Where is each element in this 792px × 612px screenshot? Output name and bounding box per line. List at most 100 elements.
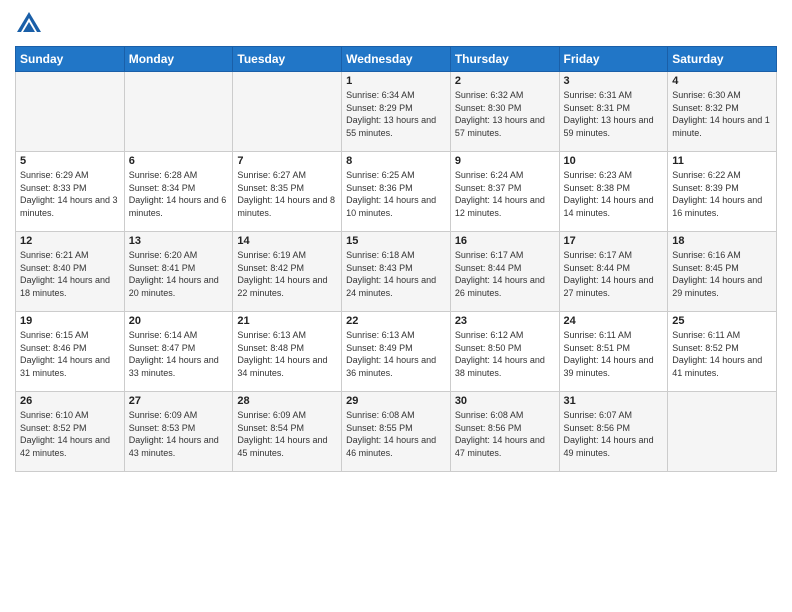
day-number: 1	[346, 75, 446, 87]
day-number: 21	[237, 315, 337, 327]
day-info: Sunrise: 6:16 AMSunset: 8:45 PMDaylight:…	[672, 249, 772, 299]
day-info: Sunrise: 6:27 AMSunset: 8:35 PMDaylight:…	[237, 169, 337, 219]
day-number: 23	[455, 315, 555, 327]
week-row-2: 5Sunrise: 6:29 AMSunset: 8:33 PMDaylight…	[16, 152, 777, 232]
day-info: Sunrise: 6:23 AMSunset: 8:38 PMDaylight:…	[564, 169, 664, 219]
day-info: Sunrise: 6:11 AMSunset: 8:51 PMDaylight:…	[564, 329, 664, 379]
day-info: Sunrise: 6:17 AMSunset: 8:44 PMDaylight:…	[564, 249, 664, 299]
day-number: 19	[20, 315, 120, 327]
day-number: 25	[672, 315, 772, 327]
col-header-tuesday: Tuesday	[233, 47, 342, 72]
day-cell: 29Sunrise: 6:08 AMSunset: 8:55 PMDayligh…	[342, 392, 451, 472]
day-number: 22	[346, 315, 446, 327]
day-cell	[124, 72, 233, 152]
logo	[15, 10, 47, 38]
day-cell: 15 Sunrise: 6:18 AMSunset: 8:43 PMDayligh…	[342, 232, 451, 312]
day-info: Sunrise: 6:17 AMSunset: 8:44 PMDaylight:…	[455, 249, 555, 299]
calendar-page: SundayMondayTuesdayWednesdayThursdayFrid…	[0, 0, 792, 612]
day-info: Sunrise: 6:12 AMSunset: 8:50 PMDaylight:…	[455, 329, 555, 379]
day-number: 17	[564, 235, 664, 247]
day-number: 10	[564, 155, 664, 167]
day-info: Sunrise: 6:07 AMSunset: 8:56 PMDaylight:…	[564, 409, 664, 459]
week-row-4: 19 Sunrise: 6:15 AMSunset: 8:46 PMDayligh…	[16, 312, 777, 392]
day-cell	[16, 72, 125, 152]
day-info: Sunrise: 6:08 AMSunset: 8:56 PMDaylight:…	[455, 409, 555, 459]
calendar-table: SundayMondayTuesdayWednesdayThursdayFrid…	[15, 46, 777, 472]
day-cell: 28 Sunrise: 6:09 AMSunset: 8:54 PMDayligh…	[233, 392, 342, 472]
day-cell: 13 Sunrise: 6:20 AMSunset: 8:41 PMDayligh…	[124, 232, 233, 312]
day-info: Sunrise: 6:13 AMSunset: 8:49 PMDaylight:…	[346, 329, 446, 379]
day-cell: 4Sunrise: 6:30 AMSunset: 8:32 PMDaylight…	[668, 72, 777, 152]
col-header-sunday: Sunday	[16, 47, 125, 72]
col-header-wednesday: Wednesday	[342, 47, 451, 72]
day-info: Sunrise: 6:19 AMSunset: 8:42 PMDaylight:…	[237, 249, 337, 299]
day-cell: 24 Sunrise: 6:11 AMSunset: 8:51 PMDayligh…	[559, 312, 668, 392]
day-number: 7	[237, 155, 337, 167]
day-cell: 27 Sunrise: 6:09 AMSunset: 8:53 PMDayligh…	[124, 392, 233, 472]
day-cell: 20 Sunrise: 6:14 AMSunset: 8:47 PMDayligh…	[124, 312, 233, 392]
day-info: Sunrise: 6:31 AMSunset: 8:31 PMDaylight:…	[564, 89, 664, 139]
day-cell: 11 Sunrise: 6:22 AMSunset: 8:39 PMDayligh…	[668, 152, 777, 232]
day-cell: 5Sunrise: 6:29 AMSunset: 8:33 PMDaylight…	[16, 152, 125, 232]
day-number: 11	[672, 155, 772, 167]
day-info: Sunrise: 6:20 AMSunset: 8:41 PMDaylight:…	[129, 249, 229, 299]
day-cell: 3 Sunrise: 6:31 AMSunset: 8:31 PMDaylight…	[559, 72, 668, 152]
day-info: Sunrise: 6:15 AMSunset: 8:46 PMDaylight:…	[20, 329, 120, 379]
day-cell: 10 Sunrise: 6:23 AMSunset: 8:38 PMDayligh…	[559, 152, 668, 232]
day-info: Sunrise: 6:30 AMSunset: 8:32 PMDaylight:…	[672, 89, 772, 139]
day-number: 14	[237, 235, 337, 247]
day-number: 13	[129, 235, 229, 247]
day-cell: 30 Sunrise: 6:08 AMSunset: 8:56 PMDayligh…	[450, 392, 559, 472]
day-number: 28	[237, 395, 337, 407]
day-info: Sunrise: 6:32 AMSunset: 8:30 PMDaylight:…	[455, 89, 555, 139]
day-cell	[668, 392, 777, 472]
day-number: 9	[455, 155, 555, 167]
day-cell: 12 Sunrise: 6:21 AMSunset: 8:40 PMDayligh…	[16, 232, 125, 312]
day-cell: 22 Sunrise: 6:13 AMSunset: 8:49 PMDayligh…	[342, 312, 451, 392]
col-header-saturday: Saturday	[668, 47, 777, 72]
day-number: 18	[672, 235, 772, 247]
day-info: Sunrise: 6:25 AMSunset: 8:36 PMDaylight:…	[346, 169, 446, 219]
day-cell: 16 Sunrise: 6:17 AMSunset: 8:44 PMDayligh…	[450, 232, 559, 312]
col-header-thursday: Thursday	[450, 47, 559, 72]
day-number: 3	[564, 75, 664, 87]
day-info: Sunrise: 6:14 AMSunset: 8:47 PMDaylight:…	[129, 329, 229, 379]
day-cell: 23 Sunrise: 6:12 AMSunset: 8:50 PMDayligh…	[450, 312, 559, 392]
day-number: 20	[129, 315, 229, 327]
day-info: Sunrise: 6:10 AMSunset: 8:52 PMDaylight:…	[20, 409, 120, 459]
week-row-5: 26Sunrise: 6:10 AMSunset: 8:52 PMDayligh…	[16, 392, 777, 472]
day-cell: 6Sunrise: 6:28 AMSunset: 8:34 PMDaylight…	[124, 152, 233, 232]
day-info: Sunrise: 6:08 AMSunset: 8:55 PMDaylight:…	[346, 409, 446, 459]
day-info: Sunrise: 6:34 AMSunset: 8:29 PMDaylight:…	[346, 89, 446, 139]
day-number: 5	[20, 155, 120, 167]
day-cell: 14 Sunrise: 6:19 AMSunset: 8:42 PMDayligh…	[233, 232, 342, 312]
day-info: Sunrise: 6:11 AMSunset: 8:52 PMDaylight:…	[672, 329, 772, 379]
header-row: SundayMondayTuesdayWednesdayThursdayFrid…	[16, 47, 777, 72]
day-cell: 17 Sunrise: 6:17 AMSunset: 8:44 PMDayligh…	[559, 232, 668, 312]
week-row-3: 12 Sunrise: 6:21 AMSunset: 8:40 PMDayligh…	[16, 232, 777, 312]
day-number: 24	[564, 315, 664, 327]
day-number: 12	[20, 235, 120, 247]
day-number: 16	[455, 235, 555, 247]
day-cell: 2Sunrise: 6:32 AMSunset: 8:30 PMDaylight…	[450, 72, 559, 152]
day-number: 30	[455, 395, 555, 407]
day-number: 6	[129, 155, 229, 167]
day-cell: 18 Sunrise: 6:16 AMSunset: 8:45 PMDayligh…	[668, 232, 777, 312]
day-number: 31	[564, 395, 664, 407]
week-row-1: 1 Sunrise: 6:34 AMSunset: 8:29 PMDaylight…	[16, 72, 777, 152]
day-number: 15	[346, 235, 446, 247]
day-info: Sunrise: 6:09 AMSunset: 8:53 PMDaylight:…	[129, 409, 229, 459]
day-cell: 8Sunrise: 6:25 AMSunset: 8:36 PMDaylight…	[342, 152, 451, 232]
day-info: Sunrise: 6:09 AMSunset: 8:54 PMDaylight:…	[237, 409, 337, 459]
day-cell: 25 Sunrise: 6:11 AMSunset: 8:52 PMDayligh…	[668, 312, 777, 392]
day-info: Sunrise: 6:22 AMSunset: 8:39 PMDaylight:…	[672, 169, 772, 219]
day-info: Sunrise: 6:18 AMSunset: 8:43 PMDaylight:…	[346, 249, 446, 299]
day-number: 27	[129, 395, 229, 407]
day-cell	[233, 72, 342, 152]
day-info: Sunrise: 6:21 AMSunset: 8:40 PMDaylight:…	[20, 249, 120, 299]
day-info: Sunrise: 6:13 AMSunset: 8:48 PMDaylight:…	[237, 329, 337, 379]
day-info: Sunrise: 6:24 AMSunset: 8:37 PMDaylight:…	[455, 169, 555, 219]
day-cell: 26Sunrise: 6:10 AMSunset: 8:52 PMDayligh…	[16, 392, 125, 472]
day-cell: 1 Sunrise: 6:34 AMSunset: 8:29 PMDaylight…	[342, 72, 451, 152]
day-cell: 31 Sunrise: 6:07 AMSunset: 8:56 PMDayligh…	[559, 392, 668, 472]
